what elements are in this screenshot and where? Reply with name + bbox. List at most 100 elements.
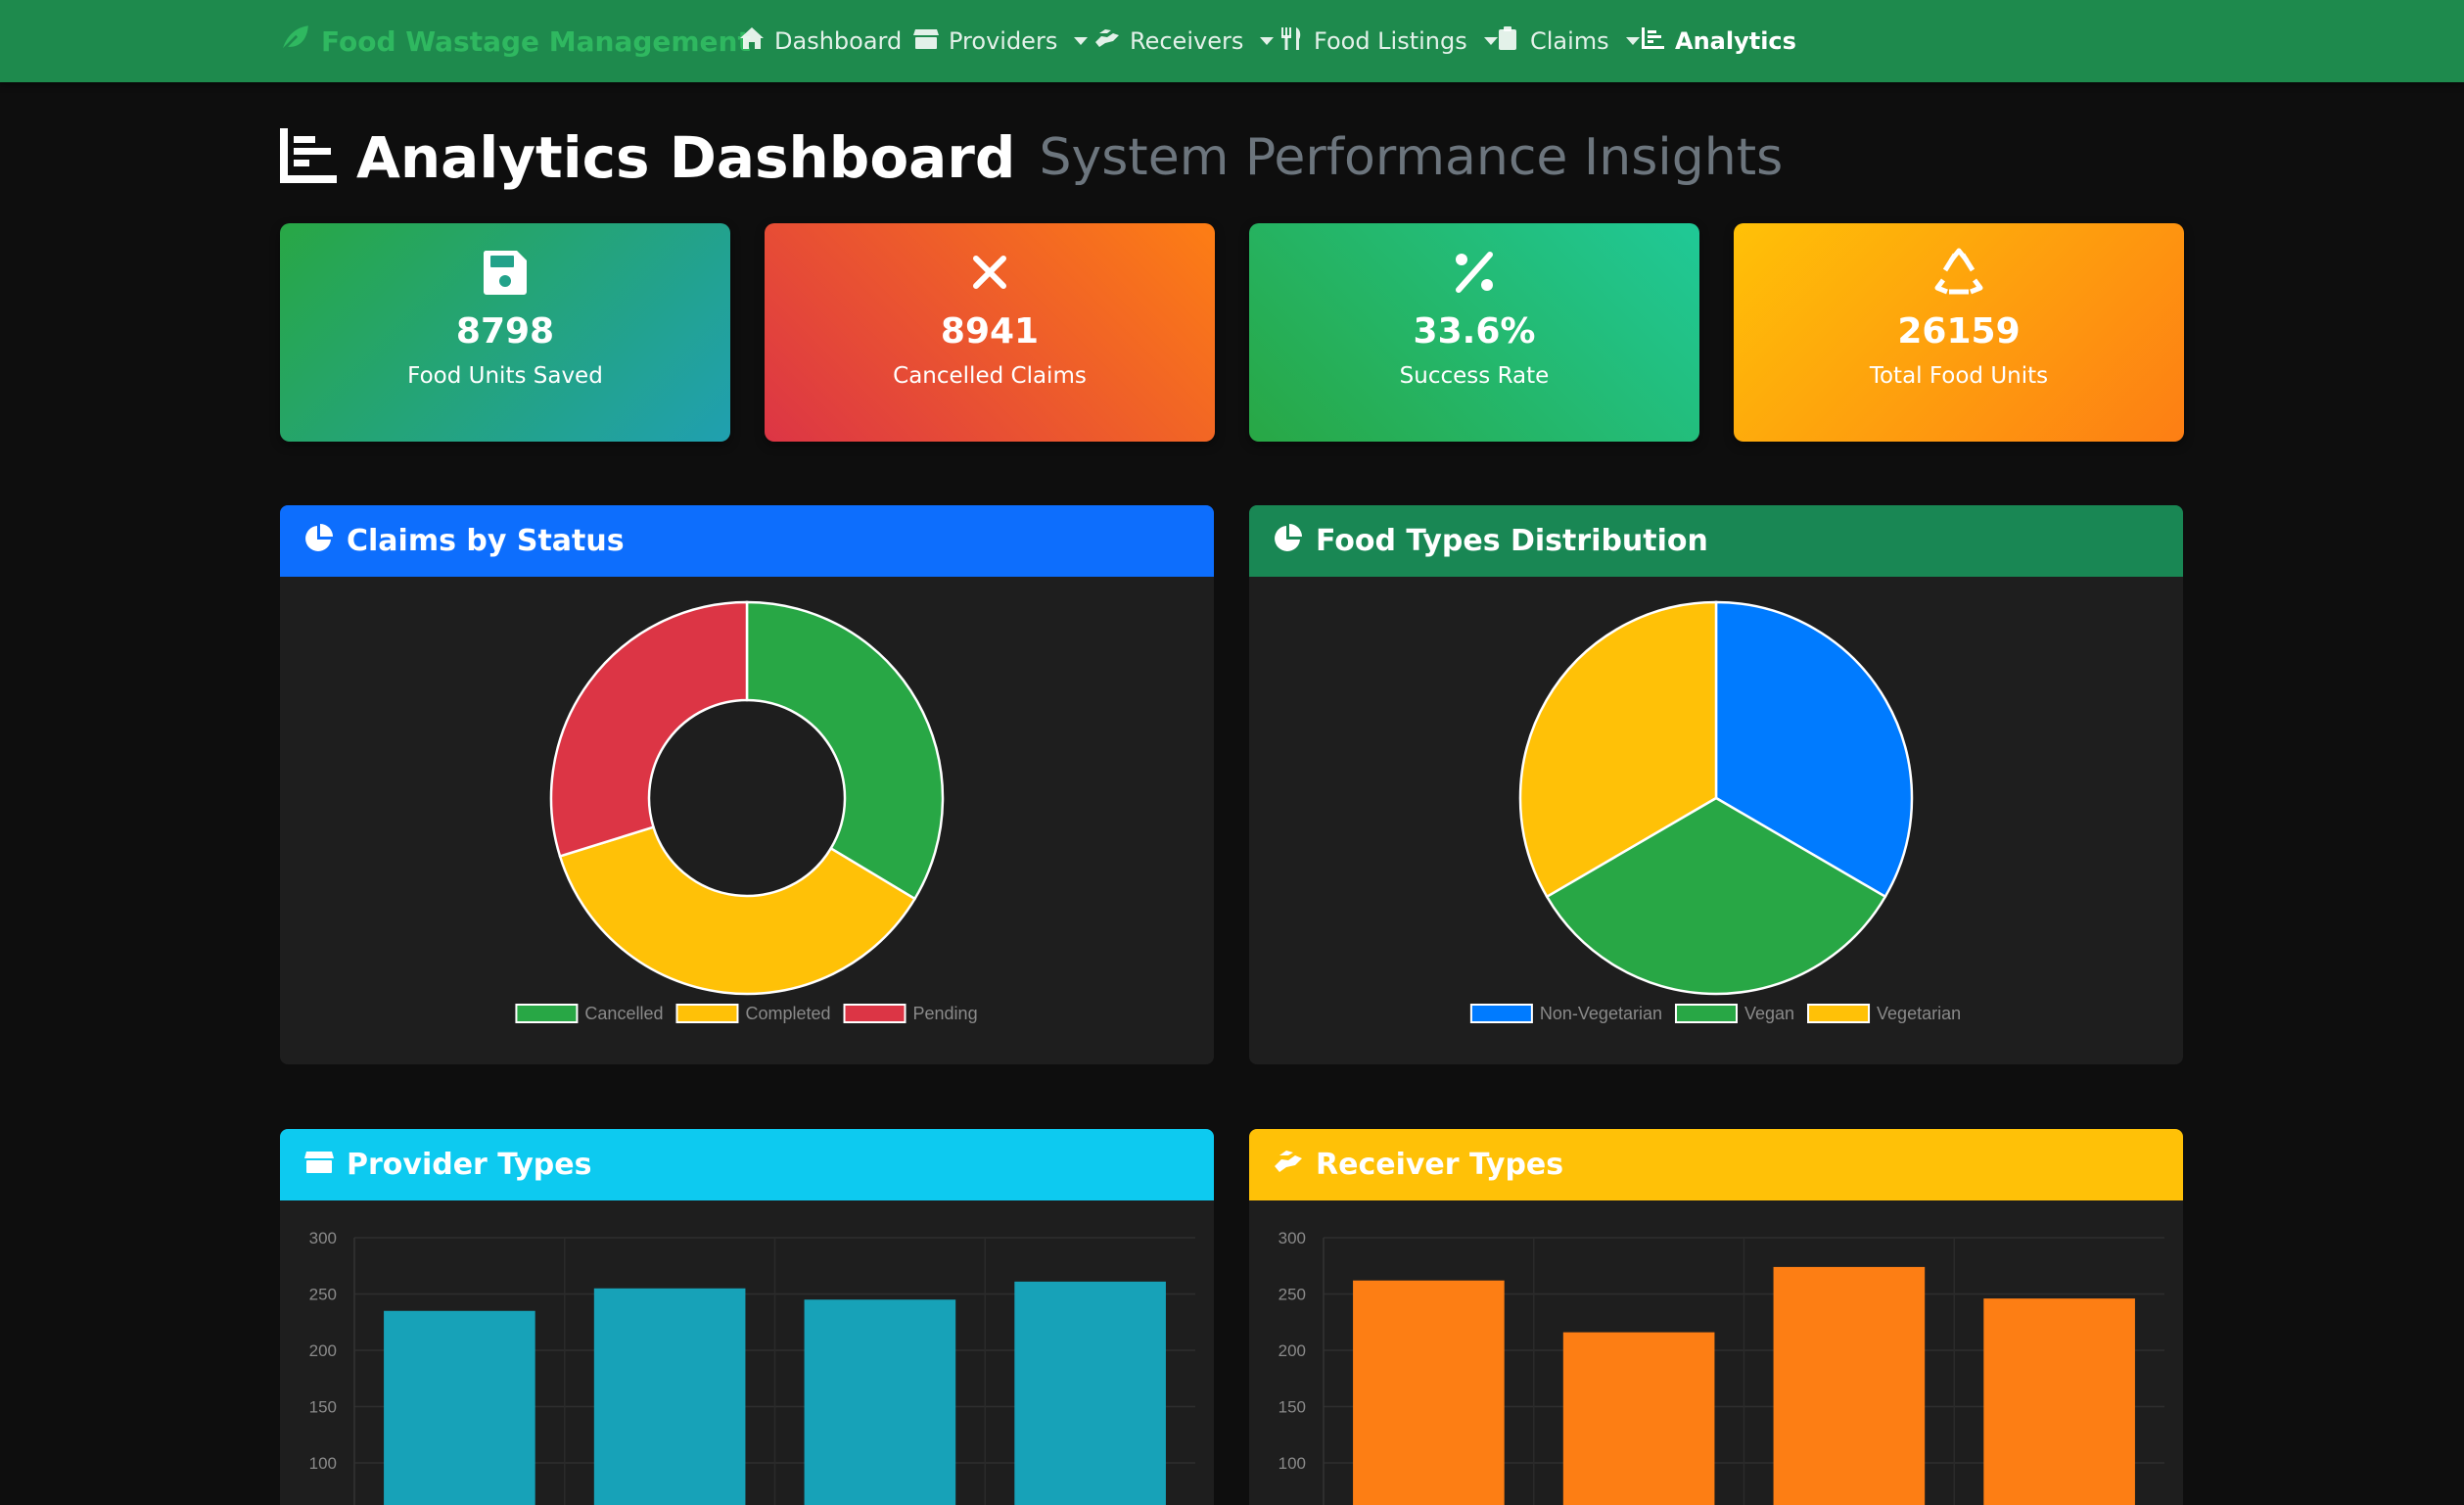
save-icon (480, 247, 531, 298)
claims-status-legend-label: Completed (745, 1004, 830, 1023)
claims-by-status-title: Claims by Status (347, 524, 625, 558)
pie-chart-icon (1273, 522, 1304, 561)
food-types-legend-item[interactable]: Non-Vegetarian (1469, 1004, 1662, 1023)
stat-value: 33.6% (1413, 311, 1536, 352)
food-types-legend-label: Vegetarian (1877, 1004, 1961, 1023)
provider-types-y-tick-label: 200 (309, 1341, 337, 1360)
claims-status-legend-item[interactable]: Completed (675, 1004, 831, 1023)
provider-types-title: Provider Types (347, 1148, 592, 1182)
nav-providers-label: Providers (949, 27, 1058, 55)
stat-label: Success Rate (1399, 363, 1550, 389)
provider-types-header: Provider Types (280, 1129, 1214, 1200)
food-types-legend-label: Vegan (1744, 1004, 1794, 1023)
nav-dashboard[interactable]: Dashboard (738, 0, 902, 82)
claims-status-legend-item[interactable]: Pending (843, 1004, 978, 1023)
percent-icon (1449, 247, 1500, 298)
food-types-chart: Non-Vegetarian Vegan Vegetarian (1469, 600, 1961, 1023)
food-types-legend-swatch (1807, 1004, 1871, 1023)
stat-value: 8941 (940, 311, 1040, 352)
receiver-types-chart: 100 150 200 250 300 (1278, 1229, 2164, 1505)
food-types-card: Food Types Distribution Non-Vegetarian Ve… (1249, 505, 2183, 1064)
nav-providers[interactable]: Providers (912, 0, 1089, 82)
leaf-icon (278, 22, 311, 62)
claims-by-status-card: Claims by Status Cancelled Completed Pendi… (280, 505, 1214, 1064)
stat-value: 8798 (455, 311, 555, 352)
nav-receivers-label: Receivers (1130, 27, 1244, 55)
claims-status-legend-item[interactable]: Cancelled (515, 1004, 663, 1023)
chart-bar-icon (1639, 24, 1666, 58)
chevron-down-icon (1625, 37, 1640, 45)
food-types-header: Food Types Distribution (1249, 505, 2183, 577)
nav-food-listings-label: Food Listings (1314, 27, 1467, 55)
claims-status-slice-cancelled[interactable] (745, 600, 945, 901)
provider-types-bar-1[interactable] (384, 1310, 535, 1505)
claims-status-legend-swatch (675, 1004, 739, 1023)
receiver-types-bar-2[interactable] (1562, 1332, 1715, 1505)
stat-label: Total Food Units (1869, 363, 2049, 389)
chart-bar-icon (278, 126, 339, 189)
provider-types-y-tick-label: 100 (309, 1454, 337, 1473)
store-icon (303, 1146, 335, 1185)
recycle-icon (1933, 247, 1984, 298)
stat-card-cancelled-claims: 8941 Cancelled Claims (765, 223, 1215, 442)
food-types-legend-item[interactable]: Vegan (1674, 1004, 1794, 1023)
pie-chart-icon (303, 522, 335, 561)
food-types-legend-swatch (1674, 1004, 1738, 1023)
nav-dashboard-label: Dashboard (774, 27, 903, 55)
stat-value: 26159 (1897, 311, 2021, 352)
claims-status-legend-label: Cancelled (584, 1004, 663, 1023)
receiver-types-y-tick-label: 250 (1278, 1286, 1306, 1304)
stat-card-success-rate: 33.6% Success Rate (1249, 223, 1699, 442)
page-subtitle: System Performance Insights (1039, 128, 1784, 187)
chevron-down-icon (1260, 37, 1275, 45)
nav-analytics[interactable]: Analytics (1639, 0, 1796, 82)
claims-by-status-chart: Cancelled Completed Pending (515, 600, 978, 1023)
receiver-types-title: Receiver Types (1316, 1148, 1564, 1182)
food-types-legend-label: Non-Vegetarian (1540, 1004, 1662, 1023)
nav-claims-label: Claims (1530, 27, 1609, 55)
claims-status-legend-swatch (843, 1004, 907, 1023)
receiver-types-y-tick-label: 200 (1278, 1341, 1306, 1360)
home-icon (738, 24, 766, 58)
receiver-types-bar-4[interactable] (1983, 1298, 2135, 1505)
receiver-types-y-tick-label: 150 (1278, 1398, 1306, 1417)
page-title: Analytics Dashboard System Performance I… (278, 119, 1783, 196)
receiver-types-y-tick-label: 100 (1278, 1454, 1306, 1473)
receiver-types-y-tick-label: 300 (1278, 1229, 1306, 1247)
nav-receivers[interactable]: Receivers (1093, 0, 1275, 82)
receiver-types-header: Receiver Types (1249, 1129, 2183, 1200)
utensils-icon (1278, 24, 1305, 58)
navbar-brand[interactable]: Food Wastage Management (278, 0, 751, 82)
stat-label: Cancelled Claims (893, 363, 1087, 389)
claims-status-slice-pending[interactable] (549, 600, 749, 858)
provider-types-y-tick-label: 300 (309, 1229, 337, 1247)
food-types-legend-swatch (1469, 1004, 1533, 1023)
claims-by-status-header: Claims by Status (280, 505, 1214, 577)
stat-card-total-food-units: 26159 Total Food Units (1734, 223, 2184, 442)
navbar: Food Wastage Management Dashboard Provid… (0, 0, 2464, 82)
stat-label: Food Units Saved (407, 363, 603, 389)
hands-icon (1273, 1146, 1304, 1185)
claims-status-legend-label: Pending (913, 1004, 978, 1023)
times-icon (964, 247, 1015, 298)
provider-types-chart: 100 150 200 250 300 (309, 1229, 1195, 1505)
provider-types-y-tick-label: 150 (309, 1398, 337, 1417)
provider-types-bar-3[interactable] (804, 1299, 956, 1505)
hands-icon (1093, 24, 1121, 58)
food-types-legend-item[interactable]: Vegetarian (1807, 1004, 1961, 1023)
nav-food-listings[interactable]: Food Listings (1278, 0, 1498, 82)
clipboard-icon (1494, 24, 1521, 58)
nav-claims[interactable]: Claims (1494, 0, 1640, 82)
receiver-types-card: Receiver Types 100 150 200 250 300 (1249, 1129, 2183, 1505)
food-types-title: Food Types Distribution (1316, 524, 1708, 558)
receiver-types-bar-3[interactable] (1773, 1266, 1926, 1505)
provider-types-card: Provider Types 100 150 200 250 300 (280, 1129, 1214, 1505)
claims-status-legend-swatch (515, 1004, 579, 1023)
stat-card-food-saved: 8798 Food Units Saved (280, 223, 730, 442)
receiver-types-bar-1[interactable] (1353, 1280, 1505, 1505)
provider-types-bar-2[interactable] (593, 1288, 746, 1505)
brand-label: Food Wastage Management (321, 24, 751, 58)
provider-types-bar-4[interactable] (1014, 1281, 1166, 1505)
page-title-text: Analytics Dashboard (356, 124, 1016, 191)
chevron-down-icon (1074, 37, 1089, 45)
